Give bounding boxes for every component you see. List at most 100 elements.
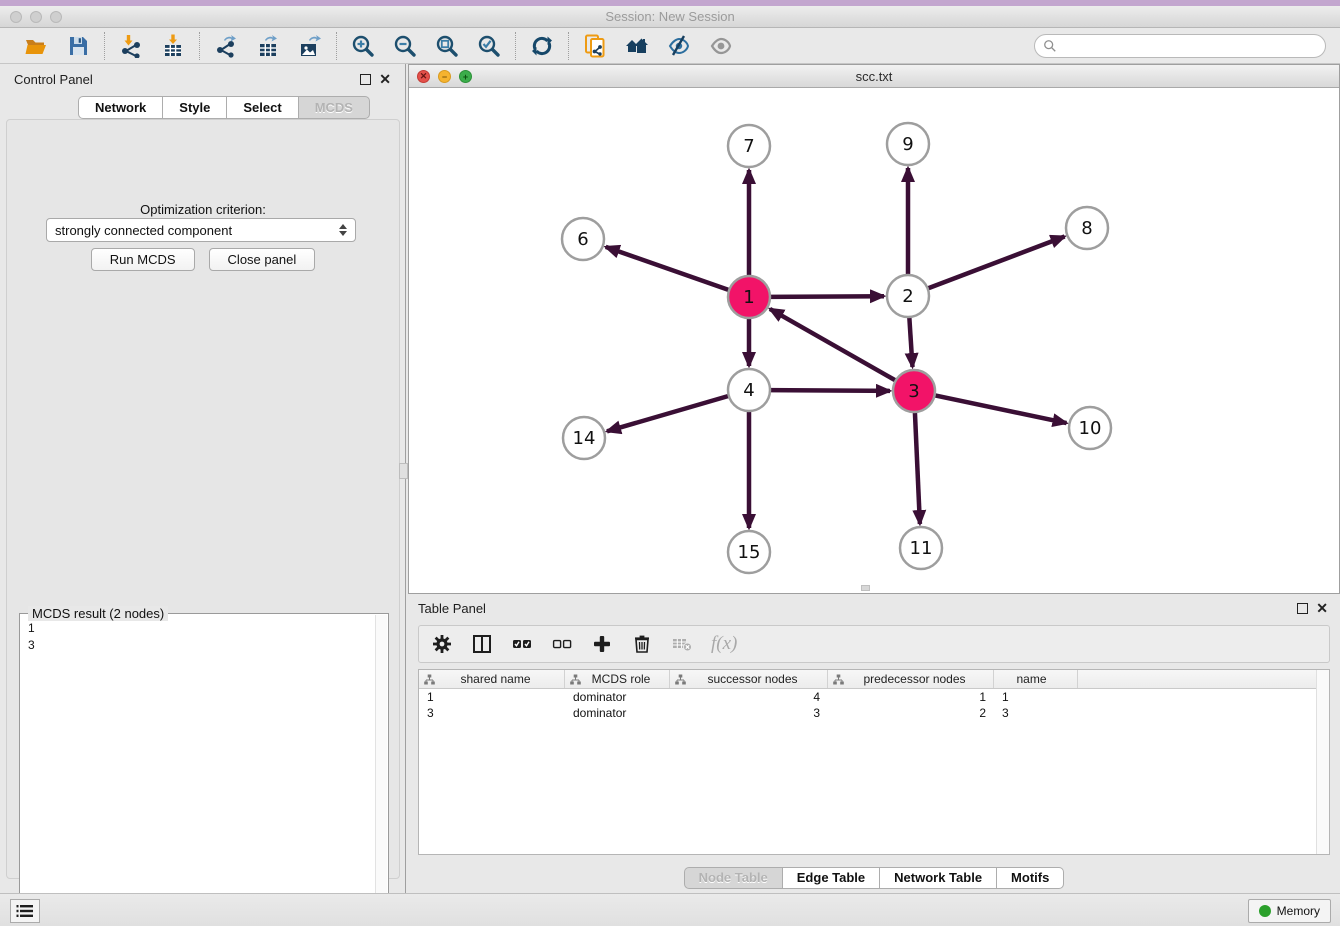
table-scrollbar[interactable] <box>1316 670 1329 854</box>
search-field[interactable] <box>1034 34 1326 58</box>
mcds-result-text[interactable]: 13 <box>20 618 374 926</box>
node-table: shared name MCDS role successor nodes pr… <box>418 669 1330 855</box>
zoom-selected-icon[interactable] <box>476 33 502 59</box>
search-input[interactable] <box>1061 39 1317 53</box>
column-type-icon <box>570 674 581 685</box>
table-row[interactable]: 3 dominator 3 2 3 <box>419 705 1329 721</box>
criterion-select[interactable]: strongly connected component <box>46 218 356 242</box>
run-mcds-button[interactable]: Run MCDS <box>91 248 195 271</box>
table-row[interactable]: 1 dominator 4 1 1 <box>419 689 1329 705</box>
control-panel-header: Control Panel ✕ <box>0 68 405 92</box>
tab-network[interactable]: Network <box>78 96 162 119</box>
main-titlebar[interactable]: Session: New Session <box>0 6 1340 28</box>
column-header-mcds-role[interactable]: MCDS role <box>565 670 670 688</box>
table-header-row: shared name MCDS role successor nodes pr… <box>419 670 1329 689</box>
graph-edge-1-6[interactable] <box>606 247 730 290</box>
control-panel-tabs: Network Style Select MCDS <box>78 96 370 119</box>
open-file-icon[interactable] <box>23 33 49 59</box>
column-header-successor-nodes[interactable]: successor nodes <box>670 670 828 688</box>
column-header-predecessor-nodes[interactable]: predecessor nodes <box>828 670 994 688</box>
show-graphics-details-icon[interactable] <box>708 33 734 59</box>
cybrowser-home-icon[interactable] <box>624 33 650 59</box>
float-table-panel-icon[interactable] <box>1297 603 1308 614</box>
graph-node-label-2: 2 <box>902 286 913 307</box>
network-scrollbar-thumb[interactable] <box>861 585 870 591</box>
graph-node-label-1: 1 <box>743 287 754 308</box>
tab-select[interactable]: Select <box>226 96 297 119</box>
graph-node-label-8: 8 <box>1081 218 1092 239</box>
tab-node-table[interactable]: Node Table <box>684 867 782 889</box>
graph-node-label-6: 6 <box>577 229 588 250</box>
tab-network-table[interactable]: Network Table <box>879 867 996 889</box>
cell-name[interactable]: 3 <box>994 705 1078 721</box>
memory-button[interactable]: Memory <box>1248 899 1331 923</box>
export-table-icon[interactable] <box>255 33 281 59</box>
optimization-criterion-label: Optimization criterion: <box>7 202 399 217</box>
graph-edge-3-10[interactable] <box>935 395 1067 423</box>
cell-name[interactable]: 1 <box>994 689 1078 705</box>
table-tabs: Node Table Edge Table Network Table Moti… <box>408 867 1340 889</box>
graph-edge-3-1[interactable] <box>770 309 896 381</box>
deselect-all-columns-icon[interactable] <box>551 633 573 655</box>
cell-predecessor-nodes[interactable]: 2 <box>828 705 994 721</box>
graph-node-label-3: 3 <box>908 381 919 402</box>
toggle-panes-icon[interactable] <box>471 633 493 655</box>
graph-edge-4-14[interactable] <box>607 396 729 431</box>
tab-style[interactable]: Style <box>162 96 226 119</box>
graph-edge-2-8[interactable] <box>928 237 1065 289</box>
graph-node-label-7: 7 <box>743 136 754 157</box>
apply-layout-icon[interactable] <box>529 33 555 59</box>
tab-mcds[interactable]: MCDS <box>298 96 370 119</box>
graph-node-label-9: 9 <box>902 134 913 155</box>
cell-mcds-role[interactable]: dominator <box>565 689 670 705</box>
tab-motifs[interactable]: Motifs <box>996 867 1064 889</box>
table-options-gear-icon[interactable] <box>431 633 453 655</box>
hide-graphics-details-icon[interactable] <box>666 33 692 59</box>
window-title: Session: New Session <box>0 9 1340 24</box>
float-panel-icon[interactable] <box>360 74 371 85</box>
zoom-fit-icon[interactable] <box>434 33 460 59</box>
mcds-panel-body: Optimization criterion: strongly connect… <box>6 119 400 879</box>
cell-shared-name[interactable]: 3 <box>419 705 565 721</box>
graph-edge-1-2[interactable] <box>770 296 884 297</box>
graph-edge-3-11[interactable] <box>915 412 920 524</box>
export-image-icon[interactable] <box>297 33 323 59</box>
cell-successor-nodes[interactable]: 4 <box>670 689 828 705</box>
zoom-out-icon[interactable] <box>392 33 418 59</box>
column-header-name[interactable]: name <box>994 670 1078 688</box>
task-history-button[interactable] <box>10 899 40 923</box>
save-session-icon[interactable] <box>65 33 91 59</box>
graph-edge-4-3[interactable] <box>770 390 890 391</box>
cell-successor-nodes[interactable]: 3 <box>670 705 828 721</box>
column-type-icon <box>833 674 844 685</box>
cell-predecessor-nodes[interactable]: 1 <box>828 689 994 705</box>
clone-network-icon[interactable] <box>582 33 608 59</box>
zoom-in-icon[interactable] <box>350 33 376 59</box>
network-graph: 7968124314101511 <box>409 88 1339 593</box>
search-area <box>1034 34 1326 58</box>
apply-function-icon[interactable]: f(x) <box>711 633 737 655</box>
criterion-value: strongly connected component <box>55 223 339 238</box>
cell-shared-name[interactable]: 1 <box>419 689 565 705</box>
network-window-titlebar[interactable]: ✕ − + scc.txt <box>409 65 1339 88</box>
import-table-icon[interactable] <box>160 33 186 59</box>
network-canvas[interactable]: 7968124314101511 <box>409 88 1339 593</box>
table-toolbar: f(x) <box>418 625 1330 663</box>
import-network-icon[interactable] <box>118 33 144 59</box>
delete-table-icon[interactable] <box>671 633 693 655</box>
close-panel-button[interactable]: Close panel <box>209 248 316 271</box>
status-bar: Memory <box>0 893 1340 926</box>
close-panel-icon[interactable]: ✕ <box>379 74 391 85</box>
column-header-shared-name[interactable]: shared name <box>419 670 565 688</box>
tab-edge-table[interactable]: Edge Table <box>782 867 879 889</box>
mcds-result-scrollbar[interactable] <box>375 615 387 926</box>
graph-edge-2-3[interactable] <box>909 317 912 367</box>
cell-mcds-role[interactable]: dominator <box>565 705 670 721</box>
mcds-result-box: MCDS result (2 nodes) 13 <box>19 613 389 926</box>
add-column-icon[interactable] <box>591 633 613 655</box>
close-table-panel-icon[interactable]: ✕ <box>1316 603 1328 614</box>
delete-columns-trash-icon[interactable] <box>631 633 653 655</box>
select-all-columns-icon[interactable] <box>511 633 533 655</box>
panel-splitter-handle[interactable] <box>399 463 408 479</box>
export-network-icon[interactable] <box>213 33 239 59</box>
